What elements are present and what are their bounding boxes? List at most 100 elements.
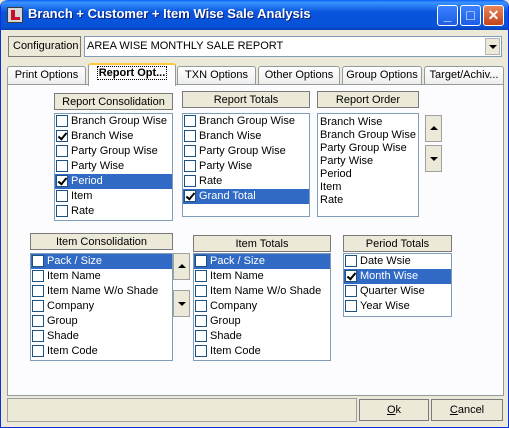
list-item[interactable]: Item Name (194, 269, 330, 284)
list-item[interactable]: Shade (31, 329, 172, 344)
checkbox[interactable] (195, 300, 207, 312)
list-item[interactable]: Branch Wise (318, 116, 418, 129)
list-item[interactable]: Pack / Size (31, 254, 172, 269)
report-totals-list[interactable]: Branch Group Wise Branch Wise Party Group … (182, 113, 310, 217)
list-item[interactable]: Item (55, 189, 172, 204)
checkbox[interactable] (184, 175, 196, 187)
list-item[interactable]: Pack / Size (194, 254, 330, 269)
list-item[interactable]: Branch Group Wise (318, 129, 418, 142)
report-order-list[interactable]: Branch Wise Branch Group Wise Party Group … (317, 113, 419, 217)
move-down-button[interactable] (425, 145, 442, 172)
checkbox[interactable] (56, 145, 68, 157)
checkbox[interactable] (195, 330, 207, 342)
minimize-button[interactable]: _ (437, 5, 458, 26)
list-item[interactable]: Item Code (31, 344, 172, 359)
checkbox[interactable] (184, 190, 196, 202)
list-item[interactable]: Shade (194, 329, 330, 344)
checkbox[interactable] (345, 300, 357, 312)
list-item[interactable]: Item Name W/o Shade (31, 284, 172, 299)
list-item[interactable]: Branch Group Wise (55, 114, 172, 129)
list-item[interactable]: Company (31, 299, 172, 314)
checkbox[interactable] (345, 285, 357, 297)
dialog-window: Branch + Customer + Item Wise Sale Analy… (0, 0, 509, 428)
checkbox[interactable] (32, 315, 44, 327)
list-item-label: Pack / Size (210, 255, 266, 267)
move-up-button[interactable] (425, 115, 442, 142)
list-item[interactable]: Rate (55, 204, 172, 219)
tab-txn-options[interactable]: TXN Options (177, 66, 256, 85)
list-item[interactable]: Rate (318, 194, 418, 207)
tab-target-achievement[interactable]: Target/Achiv... (424, 66, 504, 85)
configuration-label: Configuration (8, 36, 81, 57)
checkbox[interactable] (195, 345, 207, 357)
list-item[interactable]: Period (55, 174, 172, 189)
checkbox[interactable] (345, 270, 357, 282)
ok-button[interactable]: Ok (359, 399, 429, 421)
tab-other-options[interactable]: Other Options (258, 66, 340, 85)
list-item[interactable]: Item Code (194, 344, 330, 359)
list-item[interactable]: Branch Wise (55, 129, 172, 144)
list-item[interactable]: Month Wise (344, 269, 451, 284)
checkbox[interactable] (56, 205, 68, 217)
list-item[interactable]: Item Name (31, 269, 172, 284)
list-item[interactable]: Item Name W/o Shade (194, 284, 330, 299)
item-totals-list[interactable]: Pack / Size Item Name Item Name W/o Shade C… (193, 253, 331, 361)
list-item-label: Quarter Wise (360, 285, 425, 297)
list-item[interactable]: Branch Group Wise (183, 114, 309, 129)
item-move-down-button[interactable] (173, 290, 190, 317)
list-item[interactable]: Party Wise (183, 159, 309, 174)
list-item[interactable]: Item (318, 181, 418, 194)
list-item[interactable]: Party Group Wise (318, 142, 418, 155)
tab-group-options[interactable]: Group Options (342, 66, 422, 85)
list-item[interactable]: Party Group Wise (183, 144, 309, 159)
title-bar[interactable]: Branch + Customer + Item Wise Sale Analy… (1, 0, 508, 30)
list-item[interactable]: Group (194, 314, 330, 329)
list-item[interactable]: Group (31, 314, 172, 329)
checkbox[interactable] (195, 285, 207, 297)
list-item-label: Year Wise (360, 300, 410, 312)
checkbox[interactable] (56, 115, 68, 127)
item-consolidation-list[interactable]: Pack / Size Item Name Item Name W/o Shade C… (30, 253, 173, 361)
checkbox[interactable] (56, 130, 68, 142)
configuration-dropdown[interactable]: AREA WISE MONTHLY SALE REPORT (84, 36, 502, 57)
checkbox[interactable] (32, 345, 44, 357)
checkbox[interactable] (56, 190, 68, 202)
checkbox[interactable] (56, 160, 68, 172)
chevron-down-icon[interactable] (485, 38, 500, 55)
list-item[interactable]: Rate (183, 174, 309, 189)
list-item[interactable]: Date Wsie (344, 254, 451, 269)
checkbox[interactable] (32, 270, 44, 282)
tab-strip: Print Options Report Opt... TXN Options … (7, 63, 504, 86)
checkbox[interactable] (32, 255, 44, 267)
list-item[interactable]: Grand Total (183, 189, 309, 204)
list-item[interactable]: Branch Wise (183, 129, 309, 144)
cancel-button[interactable]: Cancel (431, 399, 503, 421)
list-item-label: Group (210, 315, 241, 327)
checkbox[interactable] (345, 255, 357, 267)
tab-print-options[interactable]: Print Options (7, 66, 86, 85)
maximize-button[interactable]: □ (460, 5, 481, 26)
close-button[interactable]: ✕ (483, 5, 504, 26)
list-item[interactable]: Party Wise (318, 155, 418, 168)
item-move-up-button[interactable] (173, 253, 190, 280)
checkbox[interactable] (184, 160, 196, 172)
list-item[interactable]: Quarter Wise (344, 284, 451, 299)
checkbox[interactable] (195, 315, 207, 327)
checkbox[interactable] (32, 330, 44, 342)
checkbox[interactable] (32, 300, 44, 312)
report-consolidation-list[interactable]: Branch Group Wise Branch Wise Party Group … (54, 113, 173, 221)
checkbox[interactable] (56, 175, 68, 187)
tab-report-options[interactable]: Report Opt... (88, 63, 176, 86)
list-item[interactable]: Period (318, 168, 418, 181)
checkbox[interactable] (184, 130, 196, 142)
list-item[interactable]: Party Wise (55, 159, 172, 174)
checkbox[interactable] (195, 270, 207, 282)
period-totals-list[interactable]: Date Wsie Month Wise Quarter Wise Year Wise (343, 253, 452, 317)
checkbox[interactable] (184, 145, 196, 157)
list-item[interactable]: Company (194, 299, 330, 314)
list-item[interactable]: Year Wise (344, 299, 451, 314)
list-item[interactable]: Party Group Wise (55, 144, 172, 159)
checkbox[interactable] (195, 255, 207, 267)
checkbox[interactable] (32, 285, 44, 297)
checkbox[interactable] (184, 115, 196, 127)
